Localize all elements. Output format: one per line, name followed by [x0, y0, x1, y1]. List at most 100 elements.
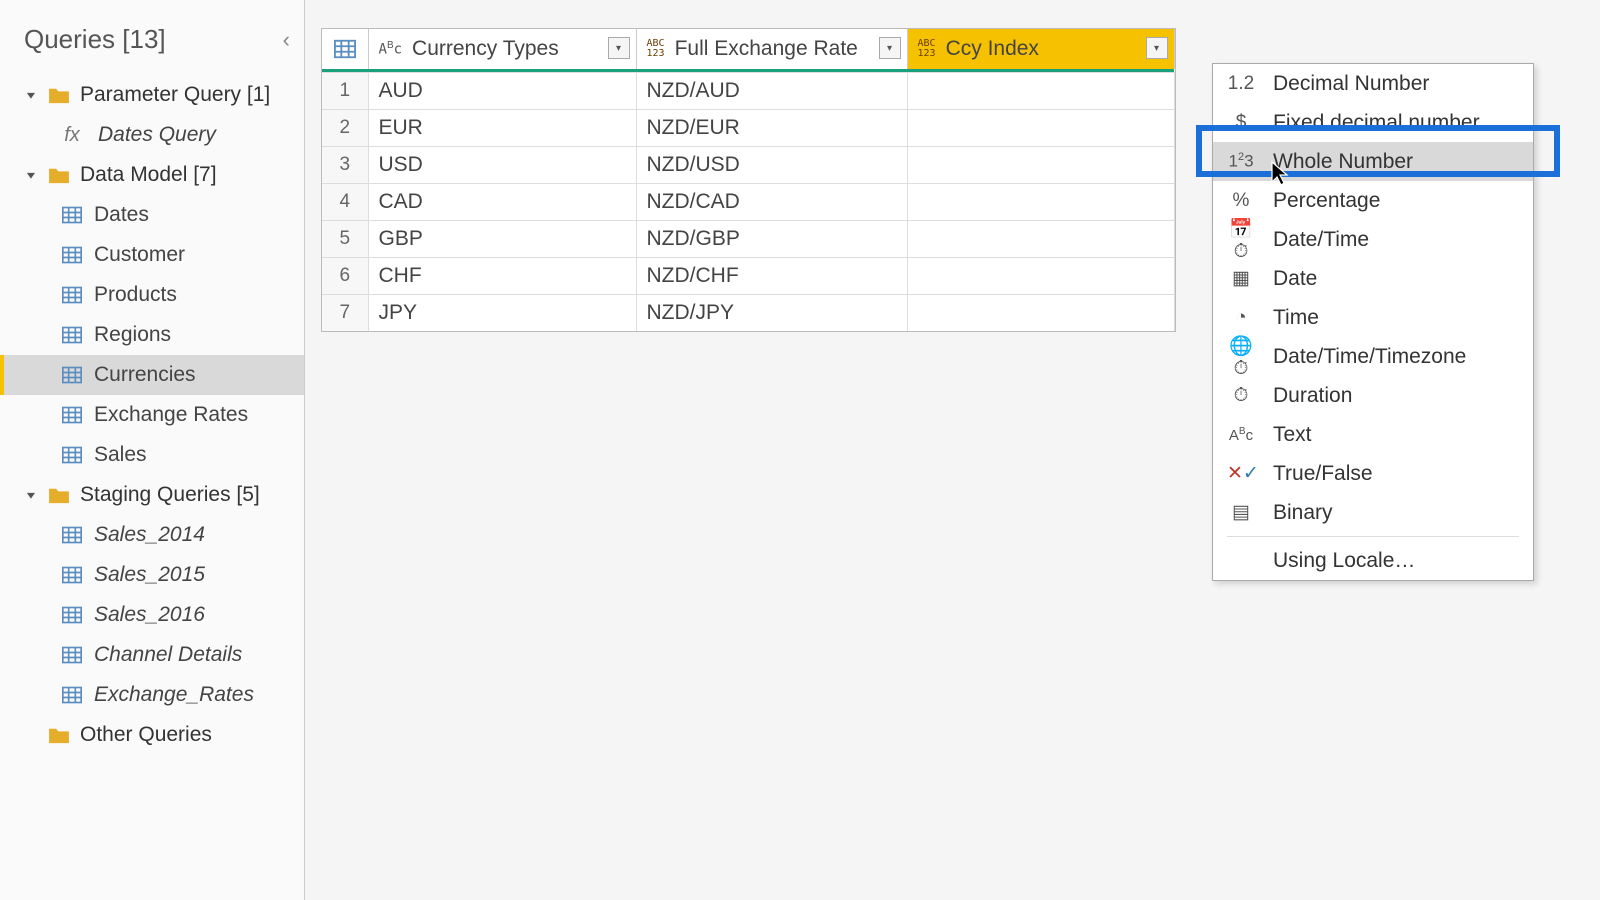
- datatype-menu-item[interactable]: $Fixed decimal number: [1213, 103, 1533, 142]
- cell-currency-type[interactable]: EUR: [368, 109, 636, 146]
- tree-group[interactable]: ▼ Staging Queries [5]: [0, 475, 304, 515]
- cell-ccy-index[interactable]: [907, 72, 1174, 109]
- cell-ccy-index[interactable]: [907, 257, 1174, 294]
- cell-ccy-index[interactable]: [907, 294, 1174, 331]
- filter-button[interactable]: ▾: [1146, 37, 1168, 59]
- tree-item[interactable]: Sales_2016: [0, 595, 304, 635]
- type-icon[interactable]: ABc: [379, 40, 403, 58]
- item-label: Products: [94, 283, 177, 307]
- cell-ccy-index[interactable]: [907, 109, 1174, 146]
- filter-button[interactable]: ▾: [879, 37, 901, 59]
- cell-exchange-rate[interactable]: NZD/GBP: [636, 220, 907, 257]
- tree-item[interactable]: Sales_2014: [0, 515, 304, 555]
- type-option-label: Fixed decimal number: [1273, 111, 1480, 135]
- tree-item[interactable]: Products: [0, 275, 304, 315]
- row-index: 3: [322, 146, 368, 183]
- tree-item[interactable]: Customer: [0, 235, 304, 275]
- datatype-menu-item[interactable]: 🌐⏱Date/Time/Timezone: [1213, 337, 1533, 376]
- tree-item[interactable]: Dates: [0, 195, 304, 235]
- cursor-icon: [1270, 160, 1290, 188]
- tree-item[interactable]: Sales: [0, 435, 304, 475]
- type-option-icon: ▤: [1227, 501, 1255, 524]
- item-label: Dates: [94, 203, 149, 227]
- tree-item[interactable]: Exchange_Rates: [0, 675, 304, 715]
- type-option-icon: 123: [1227, 151, 1255, 172]
- datatype-menu-item[interactable]: ◔Time: [1213, 298, 1533, 337]
- datatype-menu-item[interactable]: ▤ Binary: [1213, 493, 1533, 532]
- type-icon[interactable]: ABC123: [918, 39, 936, 59]
- type-option-label: Decimal Number: [1273, 72, 1429, 96]
- cell-ccy-index[interactable]: [907, 220, 1174, 257]
- datatype-menu-item[interactable]: %Percentage: [1213, 181, 1533, 220]
- cell-currency-type[interactable]: GBP: [368, 220, 636, 257]
- type-option-label: Text: [1273, 423, 1312, 447]
- sidebar-header: Queries [13] ‹: [0, 20, 304, 75]
- item-label: Exchange_Rates: [94, 683, 254, 707]
- column-header[interactable]: ABC123Ccy Index▾: [907, 29, 1174, 69]
- type-option-icon: ⏱: [1227, 385, 1255, 407]
- item-label: Sales_2014: [94, 523, 205, 547]
- type-option-icon: %: [1227, 190, 1255, 212]
- datatype-menu-item[interactable]: ▦Date: [1213, 259, 1533, 298]
- tree-group[interactable]: Other Queries: [0, 715, 304, 755]
- index-header[interactable]: [322, 29, 368, 69]
- data-table: ABcCurrency Types▾ ABC123 Full Exchange Ra…: [321, 28, 1176, 332]
- column-header[interactable]: ABcCurrency Types▾: [368, 29, 636, 69]
- type-option-label: Using Locale…: [1273, 549, 1415, 573]
- tree-item[interactable]: Exchange Rates: [0, 395, 304, 435]
- datatype-menu-item[interactable]: 📅⏱Date/Time: [1213, 220, 1533, 259]
- tree-group[interactable]: ▼Parameter Query [1]: [0, 75, 304, 115]
- table-row[interactable]: 7JPYNZD/JPY: [322, 294, 1174, 331]
- filter-button[interactable]: ▾: [608, 37, 630, 59]
- datatype-menu-item[interactable]: 123Whole Number: [1213, 142, 1533, 181]
- group-label: Parameter Query [1]: [80, 83, 270, 107]
- group-label: Other Queries: [80, 723, 212, 747]
- type-icon[interactable]: ABC123: [647, 39, 665, 59]
- collapse-icon[interactable]: ‹: [283, 27, 290, 53]
- column-label: Full Exchange Rate: [675, 37, 858, 61]
- cell-currency-type[interactable]: CHF: [368, 257, 636, 294]
- datatype-menu-item[interactable]: Using Locale…: [1213, 541, 1533, 580]
- cell-currency-type[interactable]: USD: [368, 146, 636, 183]
- cell-currency-type[interactable]: JPY: [368, 294, 636, 331]
- cell-exchange-rate[interactable]: NZD/CAD: [636, 183, 907, 220]
- table-row[interactable]: 3USDNZD/USD: [322, 146, 1174, 183]
- table-row[interactable]: 5GBPNZD/GBP: [322, 220, 1174, 257]
- tree-item[interactable]: Currencies: [0, 355, 304, 395]
- table-row[interactable]: 4CADNZD/CAD: [322, 183, 1174, 220]
- datatype-menu-item[interactable]: ABcText: [1213, 415, 1533, 454]
- tree-item[interactable]: Channel Details: [0, 635, 304, 675]
- cell-currency-type[interactable]: AUD: [368, 72, 636, 109]
- type-option-label: Duration: [1273, 384, 1352, 408]
- item-label: Channel Details: [94, 643, 242, 667]
- cell-exchange-rate[interactable]: NZD/CHF: [636, 257, 907, 294]
- cell-ccy-index[interactable]: [907, 146, 1174, 183]
- tree-item[interactable]: fxDates Query: [0, 115, 304, 155]
- type-option-label: Binary: [1273, 501, 1333, 525]
- cell-ccy-index[interactable]: [907, 183, 1174, 220]
- datatype-menu-item[interactable]: 1.2Decimal Number: [1213, 64, 1533, 103]
- cell-exchange-rate[interactable]: NZD/JPY: [636, 294, 907, 331]
- row-index: 7: [322, 294, 368, 331]
- tree-item[interactable]: Sales_2015: [0, 555, 304, 595]
- table-row[interactable]: 6CHFNZD/CHF: [322, 257, 1174, 294]
- type-option-icon: 📅⏱: [1227, 217, 1255, 263]
- row-index: 4: [322, 183, 368, 220]
- datatype-menu-item[interactable]: ⏱ Duration: [1213, 376, 1533, 415]
- item-label: Exchange Rates: [94, 403, 248, 427]
- group-label: Staging Queries [5]: [80, 483, 260, 507]
- tree-group[interactable]: ▼Data Model [7]: [0, 155, 304, 195]
- caret-icon: ▼: [24, 489, 38, 500]
- cell-currency-type[interactable]: CAD: [368, 183, 636, 220]
- item-label: Dates Query: [98, 123, 216, 147]
- tree-item[interactable]: Regions: [0, 315, 304, 355]
- type-option-icon: ◔: [1227, 307, 1255, 329]
- datatype-menu-item[interactable]: ✕✓True/False: [1213, 454, 1533, 493]
- cell-exchange-rate[interactable]: NZD/EUR: [636, 109, 907, 146]
- table-row[interactable]: 1AUDNZD/AUD: [322, 72, 1174, 109]
- column-header[interactable]: ABC123 Full Exchange Rate ▾: [636, 29, 907, 69]
- table-row[interactable]: 2EURNZD/EUR: [322, 109, 1174, 146]
- cell-exchange-rate[interactable]: NZD/USD: [636, 146, 907, 183]
- item-label: Sales: [94, 443, 147, 467]
- cell-exchange-rate[interactable]: NZD/AUD: [636, 72, 907, 109]
